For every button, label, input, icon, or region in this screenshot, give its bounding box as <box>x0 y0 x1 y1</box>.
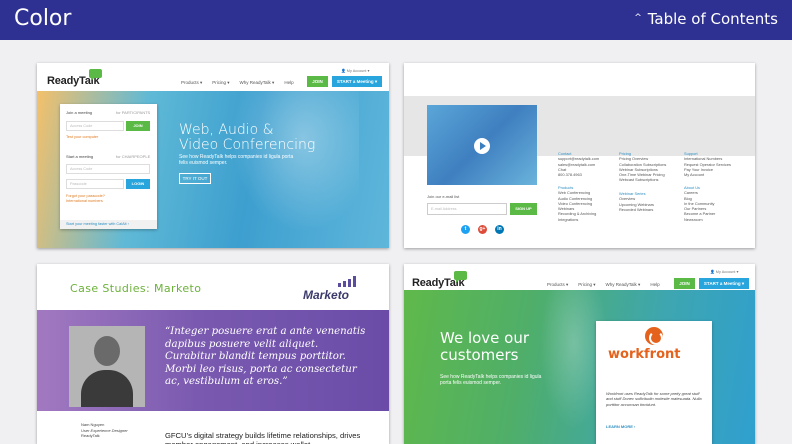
person-company: ReadyTalk <box>81 433 100 438</box>
speech-bubble-icon <box>89 69 102 81</box>
test-computer-link[interactable]: Test your computer <box>66 135 98 139</box>
footer-link[interactable]: 800.378.4963 <box>558 172 599 177</box>
readytalk-logo: ReadyTalk <box>47 69 102 87</box>
start-meeting-button[interactable]: START a Meeting ▾ <box>699 278 749 289</box>
table-of-contents-label: Table of Contents <box>647 10 778 28</box>
chair-access-code-input[interactable]: Access Code <box>66 164 150 174</box>
meeting-login-box: Join a meeting for PARTICIPANTS Access C… <box>60 104 157 229</box>
email-list-label: Join our e-mail list <box>427 194 460 199</box>
footer-link[interactable]: Webcast Subscriptions <box>619 177 666 182</box>
headline-line-2: customers <box>440 346 519 364</box>
chairpeople-label: for CHAIRPEOPLE <box>116 154 151 159</box>
pricing-column: Pricing Pricing Overview Collaboration S… <box>619 151 666 183</box>
hero-headline: We love our customers <box>440 330 529 364</box>
marketo-logo: Marketo <box>303 288 350 302</box>
passcode-input[interactable]: Passcode <box>66 179 124 189</box>
person-info: Nam Nguyen User Experience Designer Read… <box>81 422 128 439</box>
case-study-title: Case Studies: Marketo <box>70 282 202 295</box>
nav-why[interactable]: Why ReadyTalk ▾ <box>606 282 641 288</box>
join-meeting-label: Join a meeting <box>66 110 93 115</box>
join-button[interactable]: JOIN <box>307 76 328 87</box>
nav-why[interactable]: Why ReadyTalk ▾ <box>240 80 275 86</box>
headline-line-1: We love our <box>440 329 530 347</box>
readytalk-home-thumbnail[interactable]: ReadyTalk 👤 My Account ▾ Products ▾ Pric… <box>37 63 389 248</box>
linkedin-icon[interactable]: in <box>495 225 504 234</box>
hero-subtitle: See how ReadyTalk helps companies id lig… <box>179 154 294 166</box>
headline-line-1: Web, Audio & <box>179 122 274 138</box>
forgot-passcode-link[interactable]: Forgot your passcode? <box>66 194 105 198</box>
footer-link[interactable]: Become a Partner <box>684 211 715 216</box>
nav-products[interactable]: Products ▾ <box>181 80 202 86</box>
twitter-icon[interactable]: t <box>461 225 470 234</box>
footer-link[interactable]: Newsroom <box>684 217 715 222</box>
participants-label: for PARTICIPANTS <box>116 110 151 115</box>
nav-help[interactable]: Help <box>650 282 659 288</box>
join-meeting-button[interactable]: JOIN <box>126 121 150 131</box>
webinar-column: Webinar Series Overview Upcoming Webinar… <box>619 191 654 212</box>
headline-line-2: Video Conferencing <box>179 137 316 153</box>
footer-link[interactable]: Integrations <box>558 217 596 222</box>
hero-subtitle: See how ReadyTalk helps companies id lig… <box>440 374 542 386</box>
main-nav: Products ▾ Pricing ▾ Why ReadyTalk ▾ Hel… <box>181 80 294 86</box>
my-account-link[interactable]: 👤 My Account ▾ <box>710 269 738 274</box>
support-column: Support International Numbers Request Op… <box>684 151 731 177</box>
readytalk-logo: ReadyTalk <box>412 271 467 289</box>
main-nav: Products ▾ Pricing ▾ Why ReadyTalk ▾ Hel… <box>547 282 660 288</box>
nav-help[interactable]: Help <box>284 80 293 86</box>
international-numbers-link[interactable]: International numbers <box>66 199 103 203</box>
nav-products[interactable]: Products ▾ <box>547 282 568 288</box>
try-it-out-button[interactable]: TRY IT OUT <box>179 173 211 184</box>
page-title: Color <box>14 6 72 31</box>
nav-pricing[interactable]: Pricing ▾ <box>578 282 595 288</box>
workfront-card: workfront Workfront uses ReadyTalk for s… <box>596 321 712 444</box>
my-account-link[interactable]: 👤 My Account ▾ <box>341 68 369 73</box>
hero-photo <box>219 91 359 248</box>
case-study-body: GFCU’s digital strategy builds lifetime … <box>165 431 361 444</box>
marketo-logo-bars <box>338 276 356 287</box>
case-study-thumbnail[interactable]: Case Studies: Marketo Marketo “Integer p… <box>37 264 389 444</box>
chevron-up-icon: ^ <box>634 13 642 23</box>
email-input[interactable]: E-mail Address <box>427 203 507 215</box>
play-icon[interactable] <box>474 138 490 154</box>
products-column: Products Web Conferencing Audio Conferen… <box>558 185 596 222</box>
contact-column: Contact support@readytalk.com sales@read… <box>558 151 599 177</box>
top-bar: Color ^ Table of Contents <box>0 0 792 40</box>
access-code-input[interactable]: Access Code <box>66 121 124 131</box>
footer-link[interactable]: My Account <box>684 172 731 177</box>
join-button[interactable]: JOIN <box>674 278 695 289</box>
calalt-link[interactable]: Start your meeting faster with CalAlt › <box>60 220 157 229</box>
start-meeting-button[interactable]: START a Meeting ▾ <box>332 76 382 87</box>
sign-up-button[interactable]: SIGN UP <box>510 203 537 215</box>
footer-link[interactable]: Recorded Webinars <box>619 207 654 212</box>
about-column: About Us Careers Blog In the Community O… <box>684 185 715 222</box>
footer-link[interactable]: support@readytalk.com <box>558 156 599 161</box>
workfront-logo-icon <box>645 327 663 345</box>
start-meeting-label: Start a meeting <box>66 154 94 159</box>
login-button[interactable]: LOGIN <box>126 179 150 189</box>
learn-more-link[interactable]: LEARN MORE › <box>606 424 635 429</box>
table-of-contents-link[interactable]: ^ Table of Contents <box>634 10 778 28</box>
workfront-blurb: Workfront uses ReadyTalk for some pretty… <box>606 391 702 407</box>
testimonial-quote: “Integer posuere erat a ante venenatis d… <box>165 326 366 387</box>
workfront-logo: workfront <box>608 347 681 362</box>
speech-bubble-icon <box>454 271 467 283</box>
video-player[interactable] <box>427 105 537 185</box>
nav-pricing[interactable]: Pricing ▾ <box>212 80 229 86</box>
person-photo <box>69 326 145 407</box>
footer-link[interactable]: Recording & Archiving <box>558 211 596 216</box>
hero-headline: Web, Audio & Video Conferencing <box>179 123 315 153</box>
readytalk-footer-thumbnail[interactable]: Join our e-mail list E-mail Address SIGN… <box>404 63 755 248</box>
google-plus-icon[interactable]: g+ <box>478 225 487 234</box>
customers-thumbnail[interactable]: ReadyTalk 👤 My Account ▾ Products ▾ Pric… <box>404 264 755 444</box>
